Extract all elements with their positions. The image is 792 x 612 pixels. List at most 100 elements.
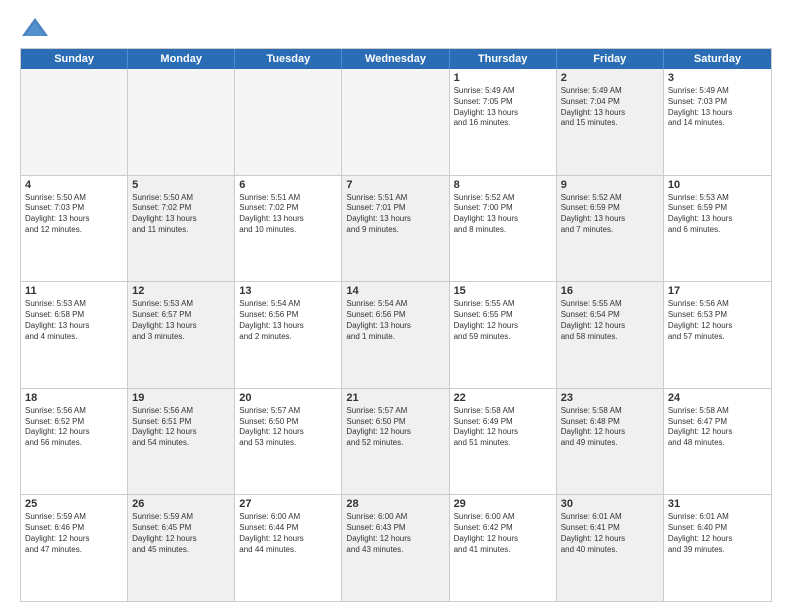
cal-cell <box>128 69 235 175</box>
day-number: 16 <box>561 285 659 297</box>
day-number: 27 <box>239 498 337 510</box>
cell-text: Sunrise: 5:52 AM Sunset: 7:00 PM Dayligh… <box>454 193 552 236</box>
day-number: 20 <box>239 392 337 404</box>
cell-text: Sunrise: 6:00 AM Sunset: 6:42 PM Dayligh… <box>454 512 552 555</box>
day-number: 17 <box>668 285 767 297</box>
cell-text: Sunrise: 5:57 AM Sunset: 6:50 PM Dayligh… <box>239 406 337 449</box>
cal-cell: 17 Sunrise: 5:56 AM Sunset: 6:53 PM Dayli… <box>664 282 771 388</box>
cal-week-2: 4 Sunrise: 5:50 AM Sunset: 7:03 PM Daylig… <box>21 175 771 282</box>
cell-text: Sunrise: 5:50 AM Sunset: 7:02 PM Dayligh… <box>132 193 230 236</box>
cell-text: Sunrise: 5:58 AM Sunset: 6:47 PM Dayligh… <box>668 406 767 449</box>
day-number: 9 <box>561 179 659 191</box>
day-number: 30 <box>561 498 659 510</box>
cal-cell: 12 Sunrise: 5:53 AM Sunset: 6:57 PM Dayli… <box>128 282 235 388</box>
cell-text: Sunrise: 5:54 AM Sunset: 6:56 PM Dayligh… <box>239 299 337 342</box>
cal-week-5: 25Sunrise: 5:59 AM Sunset: 6:46 PM Dayli… <box>21 494 771 601</box>
day-number: 21 <box>346 392 444 404</box>
day-number: 14 <box>346 285 444 297</box>
cell-text: Sunrise: 5:49 AM Sunset: 7:04 PM Dayligh… <box>561 86 659 129</box>
cell-text: Sunrise: 5:59 AM Sunset: 6:46 PM Dayligh… <box>25 512 123 555</box>
cell-text: Sunrise: 5:56 AM Sunset: 6:53 PM Dayligh… <box>668 299 767 342</box>
day-number: 31 <box>668 498 767 510</box>
day-number: 19 <box>132 392 230 404</box>
day-number: 24 <box>668 392 767 404</box>
cal-cell: 5 Sunrise: 5:50 AM Sunset: 7:02 PM Daylig… <box>128 176 235 282</box>
day-number: 1 <box>454 72 552 84</box>
cal-cell: 29 Sunrise: 6:00 AM Sunset: 6:42 PM Dayli… <box>450 495 557 601</box>
day-header-tuesday: Tuesday <box>235 49 342 69</box>
cell-text: Sunrise: 6:01 AM Sunset: 6:40 PM Dayligh… <box>668 512 767 555</box>
cal-cell: 24 Sunrise: 5:58 AM Sunset: 6:47 PM Dayli… <box>664 389 771 495</box>
day-header-monday: Monday <box>128 49 235 69</box>
logo <box>20 16 54 40</box>
calendar: SundayMondayTuesdayWednesdayThursdayFrid… <box>20 48 772 602</box>
cal-cell: 6 Sunrise: 5:51 AM Sunset: 7:02 PM Daylig… <box>235 176 342 282</box>
day-number: 5 <box>132 179 230 191</box>
cell-text: Sunrise: 5:52 AM Sunset: 6:59 PM Dayligh… <box>561 193 659 236</box>
cell-text: Sunrise: 5:49 AM Sunset: 7:03 PM Dayligh… <box>668 86 767 129</box>
cal-cell: 14Sunrise: 5:54 AM Sunset: 6:56 PM Dayli… <box>342 282 449 388</box>
cell-text: Sunrise: 6:01 AM Sunset: 6:41 PM Dayligh… <box>561 512 659 555</box>
day-number: 13 <box>239 285 337 297</box>
logo-icon <box>20 16 50 40</box>
cal-cell: 31 Sunrise: 6:01 AM Sunset: 6:40 PM Dayli… <box>664 495 771 601</box>
cell-text: Sunrise: 5:55 AM Sunset: 6:54 PM Dayligh… <box>561 299 659 342</box>
cell-text: Sunrise: 6:00 AM Sunset: 6:43 PM Dayligh… <box>346 512 444 555</box>
cal-cell <box>21 69 128 175</box>
day-number: 29 <box>454 498 552 510</box>
cal-cell: 30 Sunrise: 6:01 AM Sunset: 6:41 PM Dayli… <box>557 495 664 601</box>
cal-cell: 23Sunrise: 5:58 AM Sunset: 6:48 PM Dayli… <box>557 389 664 495</box>
cell-text: Sunrise: 5:53 AM Sunset: 6:58 PM Dayligh… <box>25 299 123 342</box>
day-number: 7 <box>346 179 444 191</box>
day-header-sunday: Sunday <box>21 49 128 69</box>
cal-cell: 1 Sunrise: 5:49 AM Sunset: 7:05 PM Daylig… <box>450 69 557 175</box>
cal-cell: 10Sunrise: 5:53 AM Sunset: 6:59 PM Dayli… <box>664 176 771 282</box>
cell-text: Sunrise: 5:56 AM Sunset: 6:52 PM Dayligh… <box>25 406 123 449</box>
day-number: 3 <box>668 72 767 84</box>
cal-cell: 4 Sunrise: 5:50 AM Sunset: 7:03 PM Daylig… <box>21 176 128 282</box>
day-number: 15 <box>454 285 552 297</box>
cal-cell: 2Sunrise: 5:49 AM Sunset: 7:04 PM Daylig… <box>557 69 664 175</box>
cal-cell: 11Sunrise: 5:53 AM Sunset: 6:58 PM Dayli… <box>21 282 128 388</box>
day-number: 6 <box>239 179 337 191</box>
cal-cell: 8Sunrise: 5:52 AM Sunset: 7:00 PM Daylig… <box>450 176 557 282</box>
cal-cell: 22 Sunrise: 5:58 AM Sunset: 6:49 PM Dayli… <box>450 389 557 495</box>
cell-text: Sunrise: 5:51 AM Sunset: 7:02 PM Dayligh… <box>239 193 337 236</box>
day-number: 12 <box>132 285 230 297</box>
cal-cell: 15 Sunrise: 5:55 AM Sunset: 6:55 PM Dayli… <box>450 282 557 388</box>
cal-cell: 26 Sunrise: 5:59 AM Sunset: 6:45 PM Dayli… <box>128 495 235 601</box>
cal-week-3: 11Sunrise: 5:53 AM Sunset: 6:58 PM Dayli… <box>21 281 771 388</box>
cell-text: Sunrise: 5:58 AM Sunset: 6:49 PM Dayligh… <box>454 406 552 449</box>
day-header-saturday: Saturday <box>664 49 771 69</box>
day-number: 18 <box>25 392 123 404</box>
header <box>20 16 772 40</box>
day-header-thursday: Thursday <box>450 49 557 69</box>
calendar-header: SundayMondayTuesdayWednesdayThursdayFrid… <box>21 49 771 69</box>
cal-cell: 18 Sunrise: 5:56 AM Sunset: 6:52 PM Dayli… <box>21 389 128 495</box>
cal-cell: 9 Sunrise: 5:52 AM Sunset: 6:59 PM Daylig… <box>557 176 664 282</box>
cal-cell: 19 Sunrise: 5:56 AM Sunset: 6:51 PM Dayli… <box>128 389 235 495</box>
cal-cell <box>235 69 342 175</box>
cell-text: Sunrise: 5:57 AM Sunset: 6:50 PM Dayligh… <box>346 406 444 449</box>
day-number: 22 <box>454 392 552 404</box>
cell-text: Sunrise: 5:55 AM Sunset: 6:55 PM Dayligh… <box>454 299 552 342</box>
day-header-wednesday: Wednesday <box>342 49 449 69</box>
cell-text: Sunrise: 5:50 AM Sunset: 7:03 PM Dayligh… <box>25 193 123 236</box>
page: SundayMondayTuesdayWednesdayThursdayFrid… <box>0 0 792 612</box>
cell-text: Sunrise: 5:56 AM Sunset: 6:51 PM Dayligh… <box>132 406 230 449</box>
day-number: 23 <box>561 392 659 404</box>
day-number: 28 <box>346 498 444 510</box>
cell-text: Sunrise: 5:53 AM Sunset: 6:57 PM Dayligh… <box>132 299 230 342</box>
cell-text: Sunrise: 5:49 AM Sunset: 7:05 PM Dayligh… <box>454 86 552 129</box>
cell-text: Sunrise: 5:59 AM Sunset: 6:45 PM Dayligh… <box>132 512 230 555</box>
calendar-body: 1 Sunrise: 5:49 AM Sunset: 7:05 PM Daylig… <box>21 69 771 601</box>
cal-cell: 28 Sunrise: 6:00 AM Sunset: 6:43 PM Dayli… <box>342 495 449 601</box>
cal-week-1: 1 Sunrise: 5:49 AM Sunset: 7:05 PM Daylig… <box>21 69 771 175</box>
cal-cell: 25Sunrise: 5:59 AM Sunset: 6:46 PM Dayli… <box>21 495 128 601</box>
cal-cell: 27Sunrise: 6:00 AM Sunset: 6:44 PM Dayli… <box>235 495 342 601</box>
cal-cell: 16 Sunrise: 5:55 AM Sunset: 6:54 PM Dayli… <box>557 282 664 388</box>
day-number: 26 <box>132 498 230 510</box>
day-header-friday: Friday <box>557 49 664 69</box>
cal-cell <box>342 69 449 175</box>
day-number: 4 <box>25 179 123 191</box>
